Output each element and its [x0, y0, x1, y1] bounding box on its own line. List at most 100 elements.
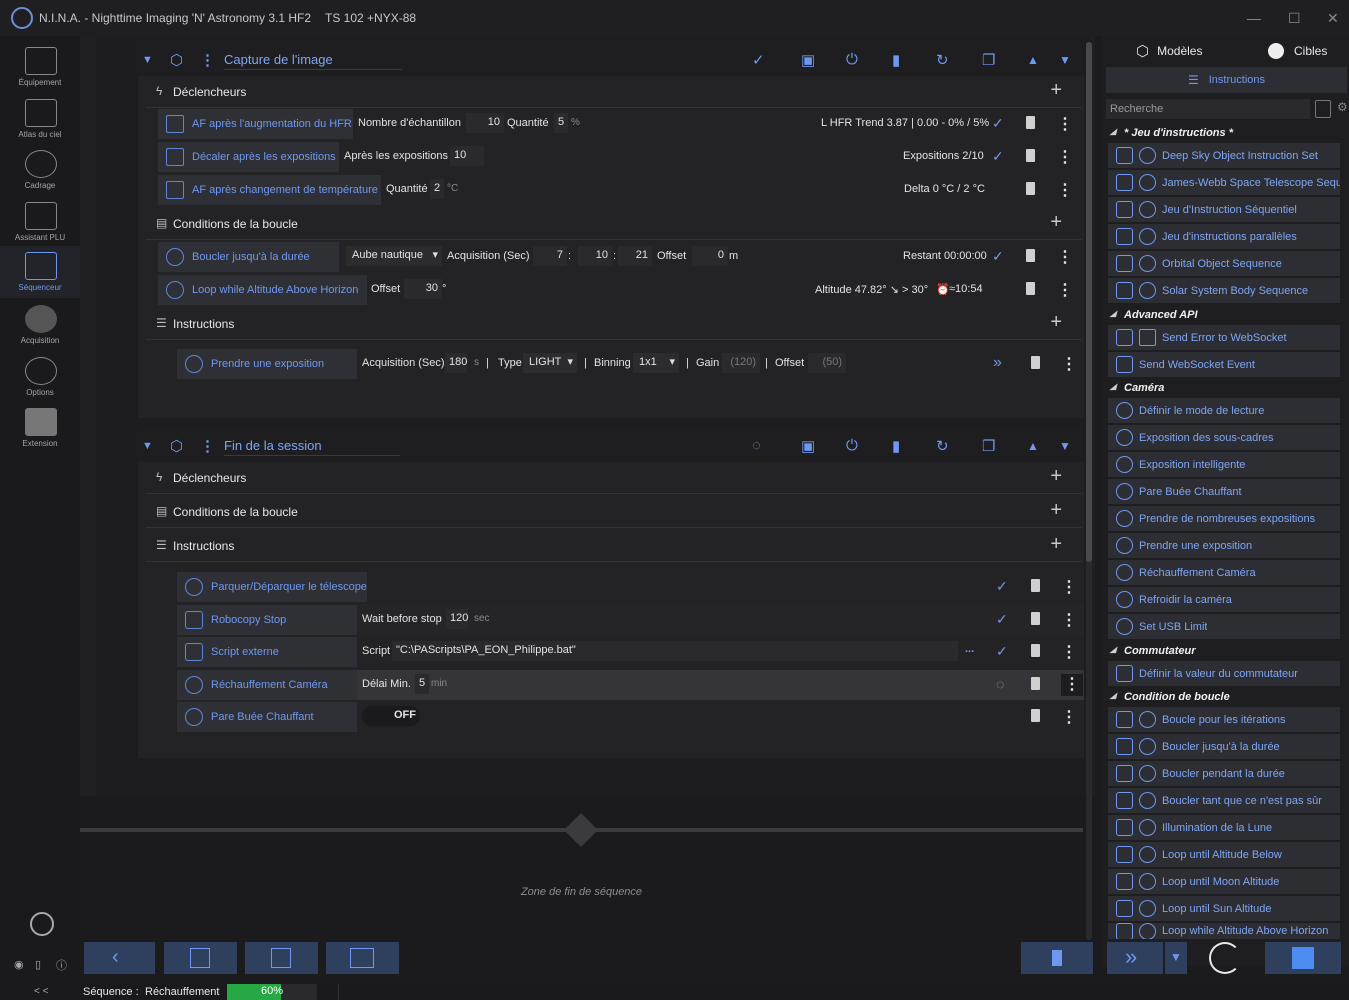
offset-input[interactable]: 0 [692, 246, 728, 266]
menu-dots-icon[interactable]: ⋮ [1061, 674, 1083, 696]
list-item[interactable]: Boucler jusqu'à la durée [1108, 734, 1340, 759]
nav-extension[interactable]: Extension [0, 402, 80, 454]
move-up-icon[interactable]: ▲ [1027, 53, 1039, 67]
tab-targets[interactable]: Cibles [1268, 36, 1327, 66]
list-item[interactable]: Set USB Limit [1108, 614, 1340, 639]
samples-input[interactable]: 10 [466, 113, 504, 133]
menu-dots-icon[interactable]: ⋮ [1057, 247, 1073, 267]
list-item[interactable]: Pare Buée Chauffant [1108, 479, 1340, 504]
nav-framing[interactable]: Cadrage [0, 144, 80, 196]
list-item[interactable]: Loop until Altitude Below [1108, 842, 1340, 867]
add-icon[interactable]: + [1050, 499, 1062, 522]
wait-input[interactable]: 120 [446, 609, 468, 629]
list-item[interactable]: Définir le mode de lecture [1108, 398, 1340, 423]
menu-dots-icon[interactable]: ⋮ [1061, 354, 1077, 374]
menu-dots-icon[interactable]: ⋮ [1057, 180, 1073, 200]
maximize-icon[interactable]: ☐ [1288, 10, 1301, 27]
instruction-name-box[interactable]: Robocopy Stop [177, 605, 357, 635]
delete-icon[interactable] [1026, 282, 1035, 295]
dew-heater-toggle[interactable]: OFF [362, 706, 420, 726]
delete-icon[interactable] [1026, 149, 1035, 162]
offset-input[interactable]: (50) [808, 353, 846, 373]
reset-icon[interactable]: ↻ [936, 437, 949, 455]
move-down-icon[interactable]: ▼ [1059, 53, 1071, 67]
book-icon[interactable]: ▯ [35, 958, 41, 971]
skip-dropdown[interactable]: ▼ [1165, 942, 1187, 974]
load-sequence-button[interactable] [326, 942, 399, 974]
binning-select[interactable]: 1x1 [633, 353, 679, 373]
collapse-toggle[interactable]: < < [34, 986, 48, 997]
delete-icon[interactable] [1026, 249, 1035, 262]
delete-icon[interactable] [1031, 709, 1040, 722]
move-up-icon[interactable]: ▲ [1027, 439, 1039, 453]
gear-icon[interactable]: ⚙ [1337, 100, 1349, 118]
collapse-arrow-icon[interactable]: ▼ [142, 440, 153, 452]
amount-input[interactable]: 5 [554, 113, 568, 133]
save-as-template-button[interactable] [164, 942, 237, 974]
list-item[interactable]: Illumination de la Lune [1108, 815, 1340, 840]
seconds-input[interactable]: 21 [618, 246, 652, 266]
category-loop-condition[interactable]: Condition de boucle [1108, 691, 1341, 705]
hours-input[interactable]: 7 [533, 246, 567, 266]
instruction-name-box[interactable]: Pare Buée Chauffant [177, 702, 357, 732]
divider-handle[interactable] [564, 813, 598, 847]
category-advanced-api[interactable]: Advanced API [1108, 309, 1341, 323]
menu-dots-icon[interactable]: ⋮ [1057, 114, 1073, 134]
search-input[interactable]: Recherche [1106, 99, 1310, 119]
condition-name-box[interactable]: Loop while Altitude Above Horizon [158, 275, 367, 305]
exposure-time-input[interactable]: 180 [445, 353, 467, 373]
menu-dots-icon[interactable]: ⋮ [1057, 147, 1073, 167]
category-switch[interactable]: Commutateur [1108, 645, 1341, 659]
instruction-name-box[interactable]: Parquer/Déparquer le télescope [177, 572, 367, 602]
add-icon[interactable]: + [1050, 533, 1062, 556]
power-icon[interactable]: ⏻ [846, 437, 858, 454]
list-item[interactable]: Exposition intelligente [1108, 452, 1340, 477]
add-icon[interactable]: + [1050, 465, 1062, 488]
stop-button[interactable] [1265, 942, 1341, 974]
exposures-input[interactable]: 10 [450, 146, 484, 166]
duplicate-icon[interactable]: ❐ [982, 51, 995, 69]
save-sequence-button[interactable] [245, 942, 318, 974]
skip-icon[interactable]: » [993, 354, 1002, 372]
tab-instructions[interactable]: ☰ Instructions [1106, 67, 1347, 93]
delete-icon[interactable] [1031, 677, 1040, 690]
image-type-select[interactable]: LIGHT [523, 353, 577, 373]
list-item[interactable]: Définir la valeur du commutateur [1108, 661, 1340, 686]
list-item[interactable]: Orbital Object Sequence [1108, 251, 1340, 276]
browse-button[interactable]: ... [965, 643, 974, 655]
delete-icon[interactable] [1026, 182, 1035, 195]
menu-dots-icon[interactable]: ⋮ [1061, 577, 1077, 597]
list-item[interactable]: Deep Sky Object Instruction Set [1108, 143, 1340, 168]
delete-icon[interactable] [1026, 116, 1035, 129]
trigger-name-box[interactable]: AF après changement de température [158, 175, 381, 205]
list-item[interactable]: James-Webb Space Telescope Seque [1108, 170, 1340, 195]
offset-input[interactable]: 30 [404, 279, 442, 299]
clear-sequence-button[interactable] [1021, 942, 1093, 974]
list-item[interactable]: Prendre une exposition [1108, 533, 1340, 558]
power-icon[interactable] [30, 912, 54, 936]
sequence-scrollbar[interactable] [1086, 42, 1092, 940]
reset-icon[interactable]: ↻ [936, 51, 949, 69]
nav-sequencer[interactable]: Séquenceur [0, 246, 80, 298]
back-button[interactable]: ‹ [84, 942, 155, 974]
trigger-name-box[interactable]: AF après l'augmentation du HFR [158, 109, 353, 139]
delay-input[interactable]: 5 [415, 674, 429, 694]
delete-icon[interactable]: ▮ [892, 437, 900, 455]
minimize-icon[interactable]: — [1247, 10, 1261, 26]
nav-sky-atlas[interactable]: Atlas du ciel [0, 93, 80, 145]
eye-icon[interactable]: ◉ [14, 958, 24, 971]
list-item[interactable]: Boucle pour les itérations [1108, 707, 1340, 732]
minutes-input[interactable]: 10 [578, 246, 612, 266]
collapse-arrow-icon[interactable]: ▼ [142, 54, 153, 66]
menu-dots-icon[interactable]: ⋮ [1061, 642, 1077, 662]
save-icon[interactable]: ▣ [801, 51, 815, 69]
delete-icon[interactable] [1031, 644, 1040, 657]
info-icon[interactable]: ⓘ [56, 957, 67, 973]
list-item[interactable]: Jeu d'Instruction Séquentiel [1108, 197, 1340, 222]
add-icon[interactable]: + [1050, 79, 1062, 102]
list-item[interactable]: Solar System Body Sequence [1108, 278, 1340, 303]
instruction-name-box[interactable]: Prendre une exposition [177, 349, 357, 379]
list-item[interactable]: Réchauffement Caméra [1108, 560, 1340, 585]
delete-icon[interactable]: ▮ [892, 51, 900, 69]
list-item[interactable]: Jeu d'instructions parallèles [1108, 224, 1340, 249]
